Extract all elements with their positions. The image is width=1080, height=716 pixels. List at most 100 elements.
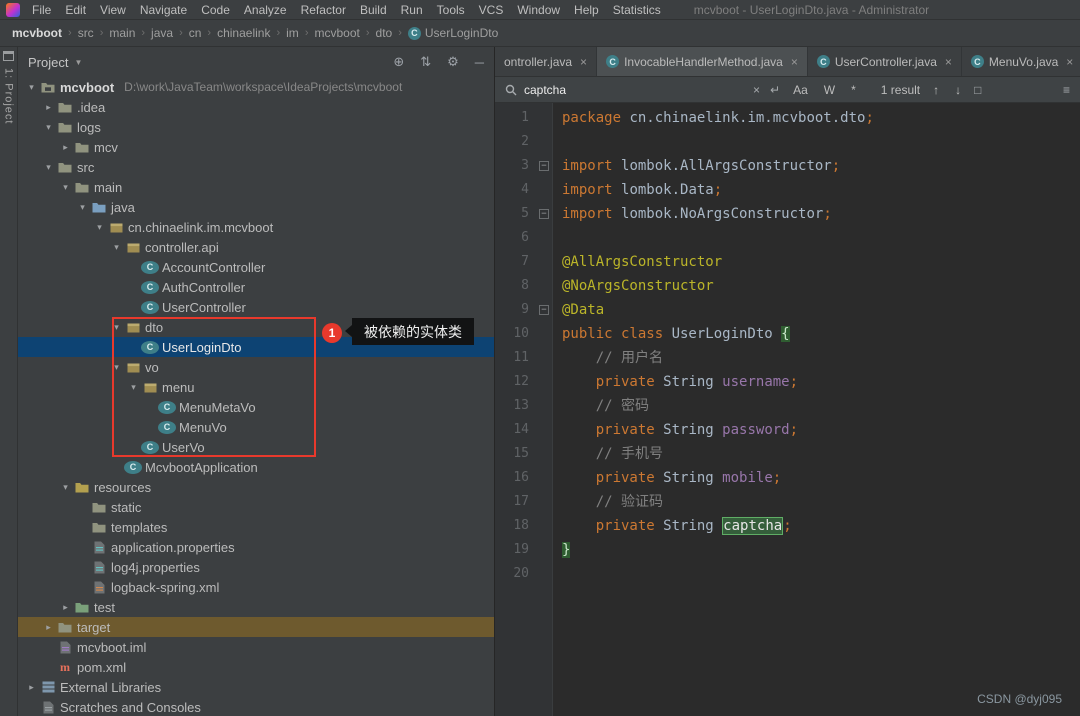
menu-view[interactable]: View — [93, 3, 133, 17]
menu-window[interactable]: Window — [510, 3, 567, 17]
close-icon[interactable]: × — [1066, 55, 1073, 69]
tree-item-mcvboot[interactable]: ▾ mcvboot D:\work\JavaTeam\workspace\IdeaP… — [18, 77, 494, 97]
regex-toggle[interactable]: * — [848, 83, 859, 97]
breadcrumb-item-7-mcvboot[interactable]: mcvboot — [312, 26, 361, 40]
chevron-right-icon[interactable]: ▸ — [58, 142, 73, 153]
breadcrumb-item-6-im[interactable]: im — [284, 26, 301, 40]
menu-code[interactable]: Code — [194, 3, 237, 17]
tree-item-log4j-properties[interactable]: log4j.properties — [18, 557, 494, 577]
gear-icon[interactable]: ⚙ — [447, 54, 459, 70]
tree-item-menumetavo[interactable]: C MenuMetaVo — [18, 397, 494, 417]
close-icon[interactable]: × — [791, 55, 798, 69]
fold-icon[interactable]: − — [539, 209, 549, 219]
tree-item-vo[interactable]: ▾ vo — [18, 357, 494, 377]
search-input[interactable]: captcha — [524, 83, 566, 97]
breadcrumb-item-2-main[interactable]: main — [107, 26, 137, 40]
menu-help[interactable]: Help — [567, 3, 606, 17]
menu-edit[interactable]: Edit — [58, 3, 93, 17]
tree-item-application-properties[interactable]: application.properties — [18, 537, 494, 557]
tab-ontroller-java[interactable]: ontroller.java × — [495, 47, 598, 76]
chevron-down-icon[interactable]: ▾ — [41, 122, 56, 133]
tree-item-logs[interactable]: ▾ logs — [18, 117, 494, 137]
chevron-down-icon[interactable]: ▾ — [58, 182, 73, 193]
tree-item-accountcontroller[interactable]: C AccountController — [18, 257, 494, 277]
clear-search-icon[interactable]: × — [753, 83, 760, 97]
chevron-down-icon[interactable]: ▾ — [126, 382, 141, 393]
fold-icon[interactable]: − — [539, 305, 549, 315]
filter-search-icon[interactable]: ≡ — [1063, 83, 1070, 97]
collapse-all-icon[interactable]: ⇅ — [420, 54, 431, 70]
tree-item-templates[interactable]: templates — [18, 517, 494, 537]
tree-item-mcvboot-iml[interactable]: mcvboot.iml — [18, 637, 494, 657]
breadcrumb-item-5-chinaelink[interactable]: chinaelink — [215, 26, 272, 40]
chevron-down-icon[interactable]: ▾ — [58, 482, 73, 493]
close-icon[interactable]: × — [580, 55, 587, 69]
tree-item-mcvbootapplication[interactable]: C McvbootApplication — [18, 457, 494, 477]
tree-item-scratches-and-consoles[interactable]: Scratches and Consoles — [18, 697, 494, 716]
chevron-down-icon[interactable]: ▾ — [75, 202, 90, 213]
chevron-right-icon[interactable]: ▸ — [24, 682, 39, 693]
close-icon[interactable]: × — [945, 55, 952, 69]
match-case-toggle[interactable]: Aa — [790, 83, 811, 97]
menu-vcs[interactable]: VCS — [472, 3, 511, 17]
menu-build[interactable]: Build — [353, 3, 394, 17]
tree-item-src[interactable]: ▾ src — [18, 157, 494, 177]
menu-refactor[interactable]: Refactor — [294, 3, 353, 17]
tree-item-cn-chinaelink-im-mcvboot[interactable]: ▾ cn.chinaelink.im.mcvboot — [18, 217, 494, 237]
fold-icon[interactable]: − — [539, 161, 549, 171]
tree-item-main[interactable]: ▾ main — [18, 177, 494, 197]
chevron-right-icon[interactable]: ▸ — [41, 622, 56, 633]
tree-item-menuvo[interactable]: C MenuVo — [18, 417, 494, 437]
chevron-down-icon[interactable]: ▼ — [74, 58, 82, 67]
chevron-down-icon[interactable]: ▾ — [41, 162, 56, 173]
tree-item-pom-xml[interactable]: m pom.xml — [18, 657, 494, 677]
previous-occurrence-icon[interactable]: ↑ — [930, 83, 942, 97]
chevron-down-icon[interactable]: ▾ — [24, 82, 39, 93]
tool-window-icon[interactable] — [3, 51, 14, 61]
locate-icon[interactable]: ⊕ — [393, 54, 404, 70]
chevron-down-icon[interactable]: ▾ — [109, 242, 124, 253]
menu-navigate[interactable]: Navigate — [133, 3, 194, 17]
breadcrumb-item-0-mcvboot[interactable]: mcvboot — [10, 26, 64, 40]
tree-item-mcv[interactable]: ▸ mcv — [18, 137, 494, 157]
tree-item-resources[interactable]: ▾ resources — [18, 477, 494, 497]
menu-tools[interactable]: Tools — [430, 3, 472, 17]
menu-analyze[interactable]: Analyze — [237, 3, 294, 17]
tree-item-external-libraries[interactable]: ▸ External Libraries — [18, 677, 494, 697]
chevron-right-icon[interactable]: ▸ — [58, 602, 73, 613]
tab-menuvo-java[interactable]: C MenuVo.java × — [962, 47, 1080, 76]
menu-statistics[interactable]: Statistics — [606, 3, 668, 17]
tree-item-uservo[interactable]: C UserVo — [18, 437, 494, 457]
next-occurrence-icon[interactable]: ↓ — [952, 83, 964, 97]
tree-item-usercontroller[interactable]: C UserController — [18, 297, 494, 317]
tree-item-test[interactable]: ▸ test — [18, 597, 494, 617]
breadcrumb-item-9-userlogindto[interactable]: C UserLoginDto — [406, 26, 500, 40]
menu-file[interactable]: File — [25, 3, 58, 17]
breadcrumb-item-3-java[interactable]: java — [149, 26, 175, 40]
tree-item-static[interactable]: static — [18, 497, 494, 517]
tab-invocablehandlermethod-java[interactable]: C InvocableHandlerMethod.java × — [597, 47, 808, 76]
menu-run[interactable]: Run — [394, 3, 430, 17]
tree-item-controller-api[interactable]: ▾ controller.api — [18, 237, 494, 257]
project-view-selector[interactable]: Project — [28, 55, 68, 70]
chevron-down-icon[interactable]: ▾ — [109, 322, 124, 333]
newline-icon[interactable]: ↵ — [770, 83, 780, 97]
tree-item-idea[interactable]: ▸ .idea — [18, 97, 494, 117]
chevron-down-icon[interactable]: ▾ — [92, 222, 107, 233]
breadcrumb-item-4-cn[interactable]: cn — [187, 26, 204, 40]
hide-panel-icon[interactable]: ─ — [475, 55, 484, 70]
code-editor[interactable]: 1 package cn.chinaelink.im.mcvboot.dto; 2 3… — [495, 103, 1080, 716]
tree-item-menu[interactable]: ▾ menu — [18, 377, 494, 397]
tree-item-java[interactable]: ▾ java — [18, 197, 494, 217]
chevron-down-icon[interactable]: ▾ — [109, 362, 124, 373]
tree-item-logback-spring-xml[interactable]: logback-spring.xml — [18, 577, 494, 597]
breadcrumb-item-8-dto[interactable]: dto — [374, 26, 395, 40]
search-field[interactable]: captcha — [505, 83, 743, 97]
open-in-find-window-icon[interactable]: □ — [974, 83, 981, 97]
words-toggle[interactable]: W — [821, 83, 838, 97]
tab-usercontroller-java[interactable]: C UserController.java × — [808, 47, 962, 76]
chevron-right-icon[interactable]: ▸ — [41, 102, 56, 113]
breadcrumb-item-1-src[interactable]: src — [76, 26, 96, 40]
tree-item-target[interactable]: ▸ target — [18, 617, 494, 637]
project-tool-button[interactable]: 1: Project — [3, 68, 15, 124]
